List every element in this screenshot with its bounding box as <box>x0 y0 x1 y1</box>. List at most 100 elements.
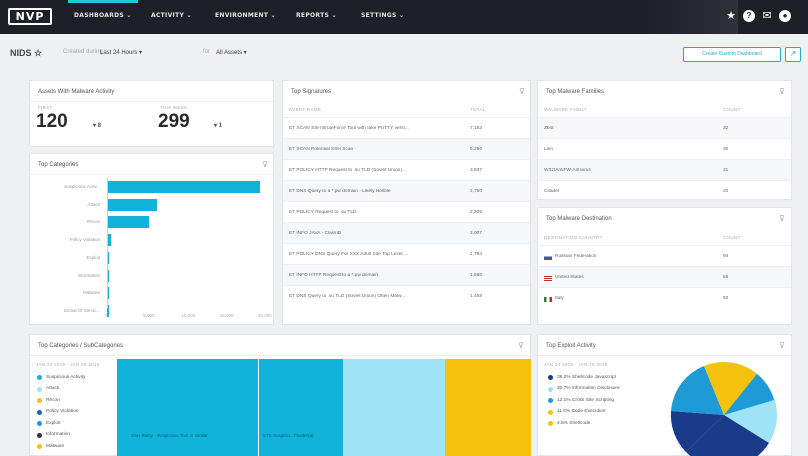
top-malware-families-panel: Top Malware Families ⊽ MALWARE FAMILY CO… <box>537 80 792 200</box>
filter-icon[interactable]: ⊽ <box>779 341 785 350</box>
country-name: United States <box>555 275 584 280</box>
nav-activity[interactable]: ACTIVITY ⌄ <box>151 12 192 19</box>
category-bar[interactable] <box>107 216 150 229</box>
legend-swatch <box>37 409 42 415</box>
destination-row[interactable]: United States 56 <box>538 266 791 287</box>
signature-total: 2,750 <box>470 189 483 194</box>
subcategories-panel: Top Categories / SubCategories ⊽ JAN 24 … <box>29 334 531 456</box>
signature-name: ET INFO HTTP Request to a *.pw domain <box>289 273 378 278</box>
signature-total: 3,837 <box>470 168 483 173</box>
col-malware-family: MALWARE FAMILY <box>544 107 588 112</box>
app-logo[interactable]: NVP <box>8 8 52 25</box>
y-axis-line <box>107 178 108 308</box>
legend-label[interactable]: 4.5% Shellcode <box>557 421 590 426</box>
legend-swatch <box>548 398 553 403</box>
first-label: FIRST <box>38 105 53 110</box>
nav-settings[interactable]: SETTINGS ⌄ <box>361 12 404 19</box>
treemap-tile-suspicious-2[interactable]: STS Suspicio...Cluster(a) <box>259 359 343 456</box>
signature-row[interactable]: ET INFO HTTP Request to a *.pw domain 1,5… <box>283 264 530 285</box>
mail-icon[interactable]: ✉ <box>761 10 773 22</box>
col-count: COUNT <box>723 235 741 240</box>
panel-title: Top Signatures <box>291 89 332 95</box>
legend-label[interactable]: 11.6% Code Execution <box>557 409 605 414</box>
filter-icon[interactable]: ⊽ <box>779 87 785 96</box>
malware-family-row[interactable]: Citadel 20 <box>538 180 791 201</box>
assets-select[interactable]: All Assets ▾ <box>216 49 247 56</box>
share-icon[interactable]: ↗ <box>785 47 801 62</box>
panel-title: Top Categories / SubCategories <box>38 343 124 349</box>
signature-name: ET INFO JAVA - ClassID <box>289 231 342 236</box>
signature-row[interactable]: ET DNS Query to a *.pw domain - Likely H… <box>283 180 530 201</box>
legend-label[interactable]: 38.2% Shellcode Javascript <box>557 375 616 380</box>
treemap-tile-recon[interactable] <box>445 359 531 456</box>
filter-icon[interactable]: ⊽ <box>519 87 525 96</box>
signature-name: ET SCAN Potential SSH Scan <box>289 147 354 152</box>
tile-label: STS Suspicio...Cluster(a) <box>263 433 314 438</box>
malware-family-name: Citadel <box>544 189 559 194</box>
x-tick-label: 10,000 <box>181 313 196 318</box>
legend-label[interactable]: Suspicious Activity <box>46 375 85 380</box>
second-label: THIS WEEK <box>160 105 188 110</box>
nav-dashboards[interactable]: DASHBOARDS ⌄ <box>68 0 138 19</box>
nav-environment[interactable]: ENVIRONMENT ⌄ <box>215 12 276 19</box>
top-signatures-panel: Top Signatures ⊽ EVENT NAME TOTAL ET SCA… <box>282 80 531 325</box>
signature-total: 2,305 <box>470 210 483 215</box>
signature-row[interactable]: ET POLICY Request to .su TLD 2,305 <box>283 201 530 222</box>
create-dashboard-button[interactable]: Create Custom Dashboard <box>683 47 781 62</box>
destination-row[interactable]: Russian Federation 94 <box>538 245 791 266</box>
page-title: NIDS ☆ <box>10 48 43 58</box>
signature-row[interactable]: ET SCAN SSH BruteForce Tool with fake PU… <box>283 117 530 138</box>
date-range: JAN 24 2018 - JAN 25 2018 <box>36 362 100 367</box>
signature-total: 1,468 <box>470 294 483 299</box>
category-label: Policy Violation <box>69 237 100 243</box>
signature-row[interactable]: ET POLICY HTTP Request to .su TLD (Sovie… <box>283 159 530 180</box>
malware-family-count: 31 <box>723 168 729 173</box>
malware-family-row[interactable]: W32/AntiFW-Antivirus 31 <box>538 159 791 180</box>
legend-label[interactable]: Exploit <box>46 421 60 426</box>
for-label: for <box>203 49 211 55</box>
legend-label[interactable]: Policy Violation <box>46 409 78 414</box>
treemap-tile-attack[interactable] <box>343 359 445 456</box>
signature-row[interactable]: ET INFO JAVA - ClassID 2,007 <box>283 222 530 243</box>
star-icon[interactable]: ★ <box>725 10 737 22</box>
panel-title: Top Malware Destination <box>546 216 612 222</box>
x-tick-label: 0 <box>105 313 108 318</box>
filter-icon[interactable]: ⊽ <box>262 160 268 169</box>
signature-total: 7,153 <box>470 126 483 131</box>
destination-row[interactable]: Italy 50 <box>538 287 791 308</box>
category-bar[interactable] <box>107 198 157 211</box>
x-tick-label: 15,000 <box>219 313 234 318</box>
legend-label[interactable]: Recon <box>46 398 60 403</box>
filter-bar: NIDS ☆ Created during Last 24 Hours ▾ fo… <box>0 34 808 72</box>
col-total: TOTAL <box>470 107 486 112</box>
nav-reports[interactable]: REPORTS ⌄ <box>296 12 337 19</box>
signature-name: ET POLICY HTTP Request to .su TLD (Sovie… <box>289 168 406 173</box>
malware-family-row[interactable]: Zbot 32 <box>538 117 791 138</box>
tile-label: SSH Rainy - Suspicious Tool or similar <box>131 433 208 438</box>
category-label: Suspicious Activ... <box>64 184 100 189</box>
help-icon[interactable]: ? <box>743 10 755 22</box>
exploit-activity-panel: Top Exploit Activity ⊽ JAN 24 2018 - JAN… <box>537 334 792 456</box>
legend-label[interactable]: Malware <box>46 444 64 449</box>
legend-label[interactable]: 30.7% Information Disclosure <box>557 386 620 391</box>
signature-row[interactable]: ET POLICY DNS Query For XXX Adult Site T… <box>283 243 530 264</box>
created-select[interactable]: Last 24 Hours ▾ <box>100 49 142 56</box>
filter-icon[interactable]: ⊽ <box>518 341 524 350</box>
category-bar[interactable] <box>107 181 260 193</box>
legend-swatch <box>548 421 553 426</box>
legend-label[interactable]: 12.1% Cross Site Scripting <box>557 398 614 403</box>
exploit-pie-chart <box>670 362 777 456</box>
malware-family-row[interactable]: Lien 30 <box>538 138 791 159</box>
divider <box>30 174 273 175</box>
legend-label[interactable]: Attack <box>46 386 59 391</box>
treemap-tile-suspicious[interactable]: SSH Rainy - Suspicious Tool or similar <box>117 359 259 456</box>
panel-title: Assets With Malware Activity <box>38 89 115 95</box>
malware-family-name: W32/AntiFW-Antivirus <box>544 168 591 173</box>
filter-icon[interactable]: ⊽ <box>779 214 785 223</box>
signature-row[interactable]: ET DNS Query to .su TLD (Soviet Union) O… <box>283 285 530 306</box>
signature-row[interactable]: ET SCAN Potential SSH Scan 5,296 <box>283 138 530 159</box>
user-icon[interactable]: ● <box>779 10 791 22</box>
created-label: Created during <box>63 49 103 55</box>
legend-label[interactable]: Information <box>46 432 70 437</box>
panel-title: Top Malware Families <box>546 89 605 95</box>
